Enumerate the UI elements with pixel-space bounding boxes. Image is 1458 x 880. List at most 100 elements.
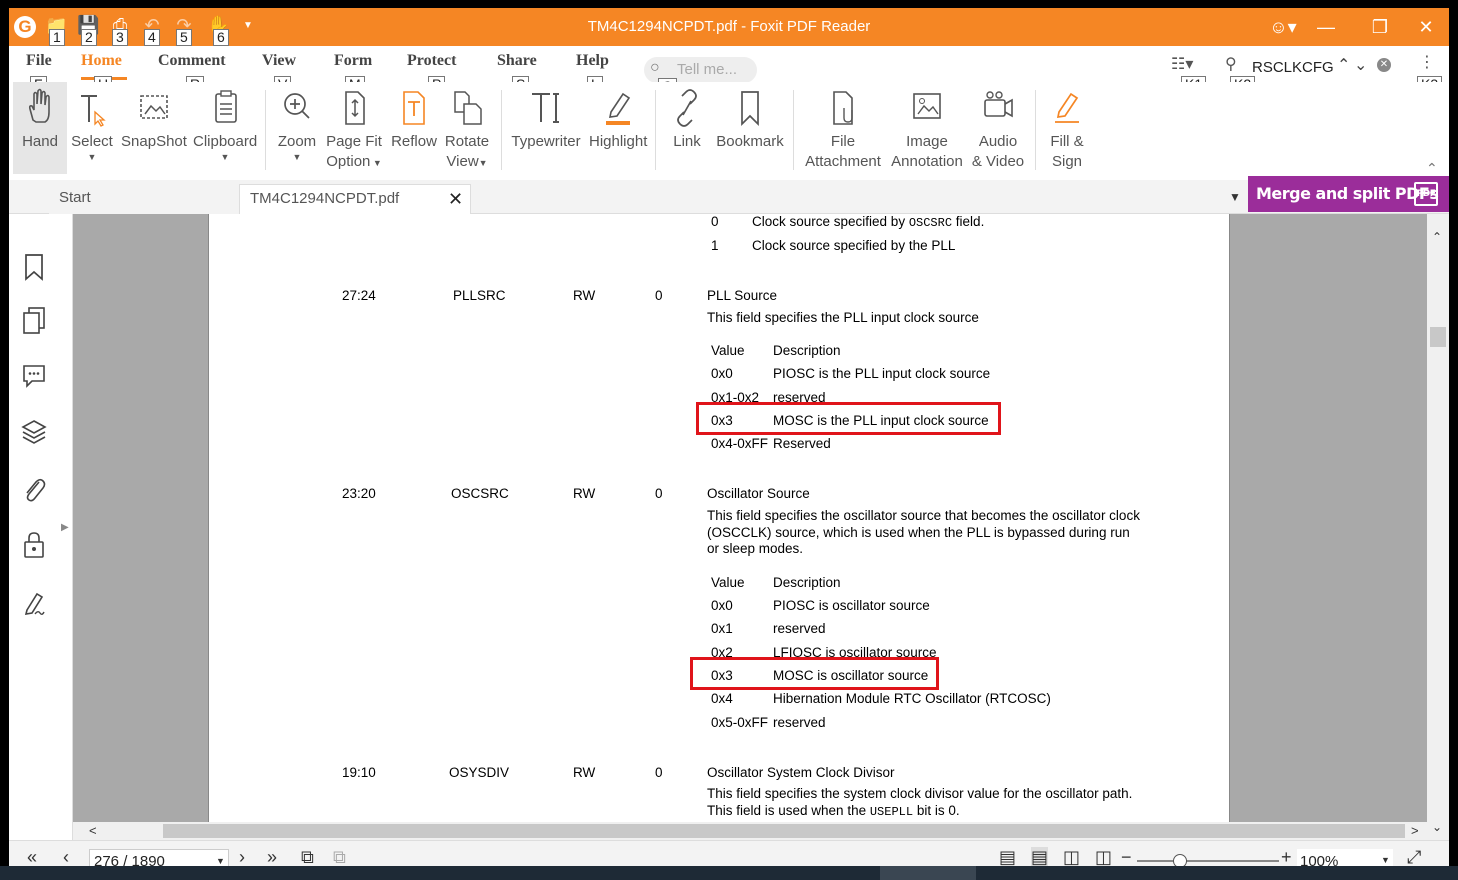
document-viewer[interactable]: 0 Clock source specified by OSCSRC field… (73, 214, 1427, 822)
comments-panel-icon[interactable] (21, 360, 47, 390)
bookmark-panel-icon[interactable] (21, 252, 47, 282)
layers-panel-icon[interactable] (21, 417, 47, 447)
file-attachment-icon (833, 91, 853, 125)
select-tool-button[interactable]: Select ▼ (69, 82, 115, 174)
rotate-view-button[interactable]: Rotate View▼ (441, 82, 493, 174)
find-next-icon[interactable]: ⌄ (1354, 55, 1367, 75)
typewriter-button[interactable]: Typewriter (509, 82, 583, 174)
minimize-button[interactable]: — (1303, 14, 1349, 40)
scroll-right-icon[interactable]: > (1411, 823, 1419, 838)
page-fit-option-button[interactable]: Page Fit Option ▼ (325, 82, 383, 174)
attachments-panel-icon[interactable] (21, 474, 47, 504)
clipboard-button[interactable]: Clipboard ▼ (193, 82, 257, 174)
description-cell: PIOSC is the PLL input clock source (773, 366, 991, 381)
hand-tool-button[interactable]: Hand (13, 82, 67, 174)
select-dropdown-icon[interactable]: ▼ (69, 152, 115, 162)
menu-home[interactable]: Home (81, 52, 122, 70)
previous-view-icon[interactable]: ⧉ (301, 847, 314, 868)
file-attachment-button[interactable]: File Attachment (803, 82, 883, 174)
field-description: This field specifies the system clock di… (707, 786, 1133, 801)
menu-view[interactable]: View (262, 52, 296, 70)
tab-list-dropdown-icon[interactable]: ▼ (1229, 190, 1241, 204)
more-options-icon[interactable]: ⋮ (1419, 52, 1435, 72)
reflow-button[interactable]: Reflow (389, 82, 439, 174)
rotate-dropdown-icon[interactable]: ▼ (479, 158, 488, 168)
image-annotation-label-1: Image (906, 133, 948, 150)
zoom-dropdown-icon[interactable]: ▼ (273, 152, 321, 162)
menu-form[interactable]: Form (334, 52, 372, 70)
next-view-icon[interactable]: ⧉ (333, 847, 346, 868)
scroll-up-icon[interactable]: ⌃ (1432, 230, 1442, 244)
description-cell: Clock source specified by the PLL (752, 238, 956, 253)
highlight-label: Highlight (589, 133, 648, 150)
security-panel-icon[interactable] (21, 530, 47, 560)
value-cell: 0x5-0xFF (711, 715, 769, 730)
file-attachment-label-2: Attachment (805, 153, 881, 170)
field-description: (OSCCLK) source, which is used when the … (707, 525, 1130, 540)
search-options-icon[interactable]: ☷▾ (1171, 54, 1193, 74)
pages-panel-icon[interactable] (21, 306, 47, 336)
menu-comment[interactable]: Comment (158, 52, 226, 70)
restore-button[interactable]: ❐ (1357, 14, 1403, 40)
menu-share[interactable]: Share (497, 52, 537, 70)
merge-split-promo-button[interactable]: Merge and split PDFs PDF (1248, 176, 1449, 212)
zoom-button[interactable]: Zoom ▼ (273, 82, 321, 174)
facing-view-icon[interactable]: ◫ (1063, 847, 1080, 868)
highlight-button[interactable]: Highlight (589, 82, 647, 174)
vertical-scroll-thumb[interactable] (1430, 327, 1446, 347)
select-text-icon (81, 95, 106, 127)
zoom-slider[interactable] (1137, 854, 1279, 868)
close-window-button[interactable]: ✕ (1403, 14, 1449, 40)
page-number-dropdown-icon[interactable]: ▼ (216, 856, 225, 866)
snapshot-label: SnapShot (121, 133, 187, 150)
scroll-left-icon[interactable]: < (89, 823, 97, 838)
field-name: OSCSRC (451, 486, 509, 501)
tab-start[interactable]: Start (49, 184, 239, 214)
continuous-facing-view-icon[interactable]: ◫ (1095, 847, 1112, 868)
image-annotation-button[interactable]: Image Annotation (887, 82, 967, 174)
account-icon[interactable]: ☺▾ (1263, 14, 1303, 40)
zoom-out-icon[interactable]: − (1121, 847, 1132, 868)
menu-help[interactable]: Help (576, 52, 609, 70)
next-page-icon[interactable]: › (239, 847, 245, 868)
zoom-dropdown-icon[interactable]: ▼ (1381, 855, 1390, 865)
snapshot-button[interactable]: SnapShot (121, 82, 187, 174)
image-annotation-label-2: Annotation (891, 153, 963, 170)
horizontal-scroll-thumb[interactable] (163, 824, 1405, 838)
first-page-icon[interactable]: « (27, 847, 37, 868)
select-label: Select (71, 133, 113, 150)
find-input[interactable]: RSCLKCFG (1252, 59, 1334, 76)
description-header: Description (773, 575, 841, 590)
tab-document[interactable]: TM4C1294NCPDT.pdf ✕ (239, 184, 471, 214)
continuous-view-icon[interactable]: ▤ (1031, 847, 1049, 868)
menu-protect[interactable]: Protect (407, 52, 456, 70)
page-fit-dropdown-icon[interactable]: ▼ (370, 158, 382, 168)
fullscreen-icon[interactable]: ⤢ (1407, 847, 1421, 868)
bookmark-button[interactable]: Bookmark (715, 82, 785, 174)
value-cell: 0x4 (711, 691, 733, 706)
description-header: Description (773, 343, 841, 358)
link-button[interactable]: Link (665, 82, 709, 174)
single-page-view-icon[interactable]: ▤ (999, 847, 1016, 868)
close-tab-icon[interactable]: ✕ (448, 185, 463, 213)
vertical-scrollbar[interactable]: ⌃ ⌄ (1427, 214, 1449, 840)
zoom-in-icon[interactable]: + (1281, 847, 1292, 868)
signature-panel-icon[interactable] (21, 588, 47, 618)
menu-file[interactable]: File (26, 52, 52, 70)
zoom-label: Zoom (277, 133, 317, 150)
fill-sign-icon (1055, 92, 1079, 123)
find-previous-icon[interactable]: ⌃ (1337, 55, 1350, 75)
collapse-ribbon-icon[interactable]: ⌃ (1426, 160, 1438, 177)
bit-range: 19:10 (342, 765, 376, 780)
scroll-down-icon[interactable]: ⌄ (1432, 820, 1442, 834)
last-page-icon[interactable]: » (267, 847, 277, 868)
document-tab-bar: Start TM4C1294NCPDT.pdf ✕ ▼ (9, 180, 1449, 214)
find-clear-icon[interactable]: ✕ (1377, 58, 1391, 72)
previous-page-icon[interactable]: ‹ (63, 847, 69, 868)
horizontal-scrollbar[interactable]: < > (73, 822, 1427, 840)
title-bar: G 📁 💾 ⎙ ↶ ↷ ✋ ▼ 1 2 3 4 5 6 TM4C1294NCPD… (9, 8, 1449, 46)
fill-sign-button[interactable]: Fill & Sign (1045, 82, 1089, 174)
expand-panel-icon[interactable]: ▶ (61, 522, 69, 533)
audio-video-button[interactable]: Audio & Video (971, 82, 1025, 174)
clipboard-dropdown-icon[interactable]: ▼ (193, 152, 257, 162)
